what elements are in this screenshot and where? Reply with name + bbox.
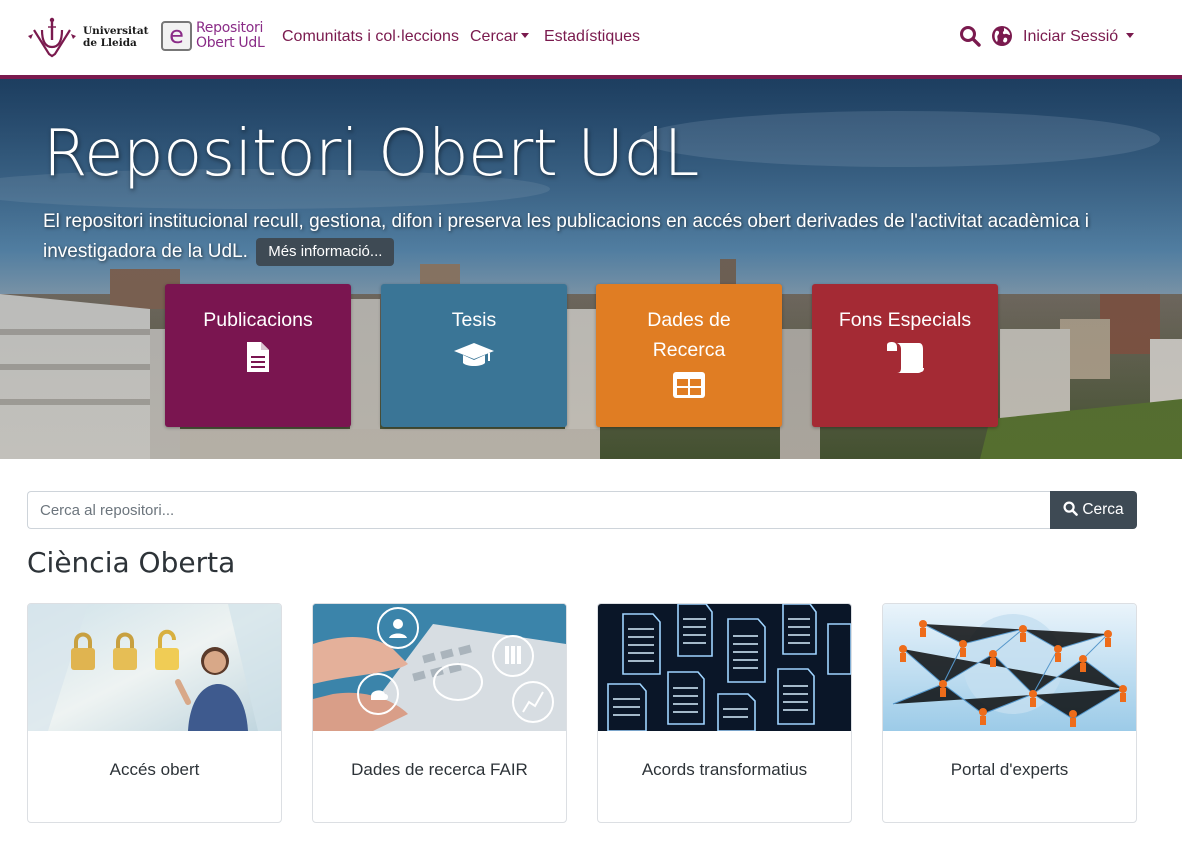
tile-publications[interactable]: Publicacions — [165, 284, 351, 427]
hero-description-text: El repositori institucional recull, gest… — [43, 211, 1090, 262]
graduation-cap-icon — [454, 343, 494, 366]
hero-banner: Repositori Obert UdL El repositori insti… — [0, 79, 1182, 459]
table-icon — [673, 372, 705, 398]
repository-logo-text: Repositori Obert UdL — [196, 20, 265, 51]
globe-icon[interactable] — [991, 25, 1013, 47]
tile-research-data[interactable]: Dades de Recerca — [596, 284, 782, 427]
repository-logo[interactable]: e Repositori Obert UdL — [161, 20, 271, 54]
tile-special-collections-label: Fons Especials — [838, 309, 972, 331]
nav-communities-collections[interactable]: Comunitats i col·leccions — [282, 28, 459, 46]
document-icon — [247, 342, 269, 372]
card-experts-portal-label: Portal d'experts — [950, 760, 1069, 779]
nav-search-dropdown[interactable]: Cercar — [470, 28, 530, 46]
university-name: Universitat de Lleida — [83, 25, 149, 49]
repository-search-input[interactable] — [27, 491, 1051, 529]
search-icon — [1063, 501, 1079, 516]
repository-search-form: Cerca — [27, 491, 1137, 529]
card-fair-research-data-image — [313, 604, 566, 731]
search-submit-label: Cerca — [1082, 501, 1124, 518]
card-experts-portal[interactable]: Portal d'experts — [882, 603, 1137, 823]
top-navbar: Universitat de Lleida e Repositori Obert… — [0, 0, 1182, 75]
card-open-access-label: Accés obert — [109, 760, 200, 779]
tile-theses-label: Tesis — [451, 309, 497, 331]
login-label: Iniciar Sessió — [1023, 28, 1119, 45]
card-open-access[interactable]: Accés obert — [27, 603, 282, 823]
nav-statistics[interactable]: Estadístiques — [544, 28, 640, 46]
card-transformative-agreements-label: Acords transformatius — [641, 760, 808, 779]
card-transformative-agreements-image — [598, 604, 851, 731]
tile-publications-label: Publicacions — [203, 309, 313, 331]
caret-down-icon — [521, 33, 530, 38]
card-fair-research-data[interactable]: Dades de recerca FAIR — [312, 603, 567, 823]
caret-down-icon — [1126, 33, 1135, 38]
card-open-access-image — [28, 604, 281, 731]
nav-search-label: Cercar — [470, 28, 519, 45]
card-fair-research-data-label: Dades de recerca FAIR — [351, 760, 528, 779]
scroll-icon — [887, 342, 924, 373]
section-title: Ciència Oberta — [27, 546, 236, 579]
udl-logo[interactable]: Universitat de Lleida — [26, 16, 149, 60]
login-dropdown[interactable]: Iniciar Sessió — [1023, 28, 1135, 46]
tile-special-collections[interactable]: Fons Especials — [812, 284, 998, 427]
udl-crest-icon — [28, 17, 76, 58]
hero-description: El repositori institucional recull, gest… — [43, 207, 1133, 267]
tile-theses[interactable]: Tesis — [381, 284, 567, 427]
more-info-button[interactable]: Més informació... — [256, 238, 395, 266]
search-submit-button[interactable]: Cerca — [1050, 491, 1137, 529]
card-transformative-agreements[interactable]: Acords transformatius — [597, 603, 852, 823]
card-experts-portal-image — [883, 604, 1136, 731]
hero-title: Repositori Obert UdL — [43, 117, 699, 191]
tile-research-data-label: Dades de Recerca — [647, 309, 731, 361]
repository-logo-letter: e — [161, 21, 192, 51]
search-icon[interactable] — [959, 25, 981, 47]
